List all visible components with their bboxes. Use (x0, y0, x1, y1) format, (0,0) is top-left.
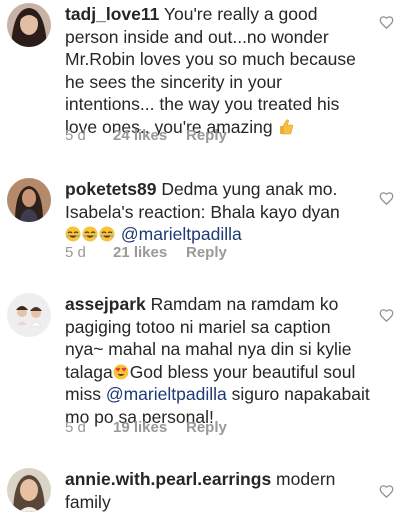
comment-likes[interactable]: 24 likes (113, 127, 186, 144)
mention-link[interactable]: @marieltpadilla (106, 384, 227, 404)
rofl-emoji (99, 226, 115, 242)
thumbs-up-emoji (278, 119, 294, 135)
comment-username[interactable]: assejpark (65, 294, 146, 314)
comment-text: tadj_love11 You're really a good person … (65, 3, 370, 138)
comment-time: 5 d (65, 419, 86, 436)
comment-meta: 5 d 21 likes Reply (65, 244, 227, 261)
comment-time: 5 d (65, 127, 86, 144)
reply-button[interactable]: Reply (186, 244, 227, 261)
comment-likes[interactable]: 21 likes (113, 244, 186, 261)
comments-list: tadj_love11 You're really a good person … (0, 0, 400, 517)
comment-meta: 5 d 19 likes Reply (65, 419, 227, 436)
comment-username[interactable]: tadj_love11 (65, 4, 159, 24)
like-heart-icon[interactable] (379, 191, 394, 206)
like-heart-icon[interactable] (379, 484, 394, 499)
avatar[interactable] (7, 468, 51, 512)
reply-button[interactable]: Reply (186, 419, 227, 436)
comment-username[interactable]: poketets89 (65, 179, 156, 199)
like-heart-icon[interactable] (379, 15, 394, 30)
avatar[interactable] (7, 178, 51, 222)
like-heart-icon[interactable] (379, 308, 394, 323)
comment-time: 5 d (65, 244, 86, 261)
comment-username[interactable]: annie.with.pearl.earrings (65, 469, 271, 489)
comment-meta: 5 d 24 likes Reply (65, 127, 227, 144)
rofl-emoji (82, 226, 98, 242)
rofl-emoji (65, 226, 81, 242)
reply-button[interactable]: Reply (186, 127, 227, 144)
avatar[interactable] (7, 3, 51, 47)
heart-eyes-emoji (113, 364, 129, 380)
comment-text: assejpark Ramdam na ramdam ko pagiging t… (65, 293, 370, 428)
avatar[interactable] (7, 293, 51, 337)
mention-link[interactable]: @marieltpadilla (121, 224, 242, 244)
comment-text: poketets89 Dedma yung anak mo. Isabela's… (65, 178, 370, 246)
comment-text: annie.with.pearl.earrings modern family (65, 468, 370, 517)
comment-likes[interactable]: 19 likes (113, 419, 186, 436)
